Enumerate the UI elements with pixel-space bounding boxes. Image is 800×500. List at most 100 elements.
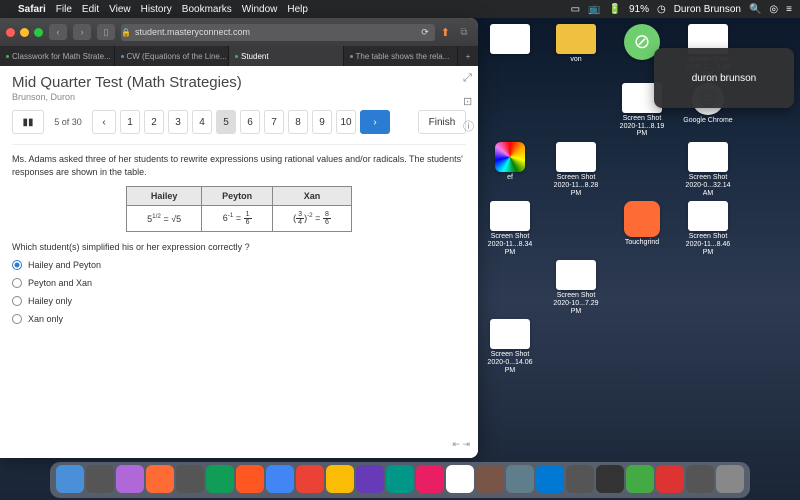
clock-icon[interactable]: ◷ <box>657 4 666 15</box>
desktop-icon[interactable] <box>614 142 670 197</box>
new-tab-button[interactable]: + <box>458 46 478 66</box>
dock-app[interactable] <box>206 465 234 493</box>
url-text: student.masteryconnect.com <box>135 27 250 37</box>
airplay-icon[interactable]: ▭ <box>571 4 580 15</box>
desktop-icon[interactable]: Touchgrind <box>614 201 670 256</box>
prev-button[interactable]: ‹ <box>92 110 116 134</box>
tab-2[interactable]: CW (Equations of the Line... <box>115 46 230 66</box>
option-2[interactable]: Peyton and Xan <box>12 278 466 288</box>
spotlight-icon[interactable]: 🔍 <box>749 4 761 15</box>
desktop-icon[interactable] <box>548 83 604 138</box>
menu-bookmarks[interactable]: Bookmarks <box>182 4 232 15</box>
option-1[interactable]: Hailey and Peyton <box>12 260 466 270</box>
dock-app[interactable] <box>56 465 84 493</box>
app-name[interactable]: Safari <box>18 4 46 15</box>
resize-handle[interactable]: ⇤ ⇥ <box>452 439 470 450</box>
dock-app[interactable] <box>476 465 504 493</box>
dock-app[interactable] <box>146 465 174 493</box>
desktop-icon[interactable]: Screen Shot 2020-11...8.28 PM <box>548 142 604 197</box>
dock-app[interactable] <box>86 465 114 493</box>
dock-app[interactable] <box>236 465 264 493</box>
desktop-icon[interactable]: Screen Shot 2020-11...8.46 PM <box>680 201 736 256</box>
dock-app[interactable] <box>386 465 414 493</box>
page-1[interactable]: 1 <box>120 110 140 134</box>
share-button[interactable]: ⬆ <box>441 26 450 39</box>
icon-thumb <box>688 201 728 231</box>
next-button[interactable]: › <box>360 110 390 134</box>
menu-window[interactable]: Window <box>242 4 278 15</box>
desktop-icon[interactable] <box>614 260 670 315</box>
page-4[interactable]: 4 <box>192 110 212 134</box>
user-name[interactable]: Duron Brunson <box>674 4 741 15</box>
tab-1[interactable]: Classwork for Math Strate... <box>0 46 115 66</box>
minimize-button[interactable] <box>20 28 29 37</box>
dock-app[interactable] <box>266 465 294 493</box>
icon-label: Screen Shot 2020-0...14.06 PM <box>482 351 538 374</box>
icon-label: Google Chrome <box>683 117 732 125</box>
dock-app[interactable] <box>446 465 474 493</box>
info-icon[interactable]: ⓘ <box>463 118 474 134</box>
desktop-icon[interactable] <box>482 260 538 315</box>
dock-app[interactable] <box>566 465 594 493</box>
page-3[interactable]: 3 <box>168 110 188 134</box>
tab-3[interactable]: Student <box>229 46 344 66</box>
desktop-icon[interactable]: ef <box>482 142 538 197</box>
icon-label: Screen Shot 2020-11...8.19 PM <box>614 115 670 138</box>
menu-edit[interactable]: Edit <box>82 4 99 15</box>
tab-4[interactable]: The table shows the rela... <box>344 46 459 66</box>
dock-app[interactable] <box>326 465 354 493</box>
menu-help[interactable]: Help <box>287 4 308 15</box>
forward-button[interactable]: › <box>73 24 91 40</box>
notification[interactable]: duron brunson <box>654 48 794 108</box>
page-2[interactable]: 2 <box>144 110 164 134</box>
dock-app[interactable] <box>176 465 204 493</box>
battery-pct: 91% <box>629 4 649 15</box>
desktop-icon[interactable]: Screen Shot 2020-0...32.14 AM <box>680 142 736 197</box>
desktop-icon[interactable]: von <box>548 24 604 79</box>
page-9[interactable]: 9 <box>312 110 332 134</box>
dock-app[interactable] <box>596 465 624 493</box>
dock-app[interactable] <box>626 465 654 493</box>
close-button[interactable] <box>6 28 15 37</box>
reload-icon[interactable]: ⟳ <box>421 27 435 38</box>
desktop-icon[interactable]: Screen Shot 2020-10...7.29 PM <box>548 260 604 315</box>
battery-icon[interactable]: 🔋 <box>609 4 621 15</box>
sidebar-button[interactable]: ▯ <box>97 24 115 40</box>
finish-button[interactable]: Finish <box>418 110 466 134</box>
dock-app[interactable] <box>536 465 564 493</box>
desktop-icon[interactable]: Screen Shot 2020-0...14.06 PM <box>482 319 538 374</box>
back-button[interactable]: ‹ <box>49 24 67 40</box>
desktop-icon[interactable] <box>482 83 538 138</box>
page-7[interactable]: 7 <box>264 110 284 134</box>
dock-app[interactable] <box>656 465 684 493</box>
desktop-icon[interactable] <box>680 260 736 315</box>
menu-history[interactable]: History <box>141 4 172 15</box>
page-6[interactable]: 6 <box>240 110 260 134</box>
option-3[interactable]: Hailey only <box>12 296 466 306</box>
desktop-icon[interactable] <box>548 201 604 256</box>
dock-app[interactable] <box>116 465 144 493</box>
dock-app[interactable] <box>356 465 384 493</box>
menu-view[interactable]: View <box>109 4 131 15</box>
expand-icon[interactable]: ⤢ <box>463 72 474 85</box>
page-8[interactable]: 8 <box>288 110 308 134</box>
dock-app[interactable] <box>686 465 714 493</box>
search-icon[interactable]: ⊡ <box>463 95 474 108</box>
menu-file[interactable]: File <box>56 4 72 15</box>
dock-app[interactable] <box>416 465 444 493</box>
dock-app[interactable] <box>716 465 744 493</box>
siri-icon[interactable]: ◎ <box>769 4 778 15</box>
url-bar[interactable]: 🔒 student.masteryconnect.com ⟳ <box>121 24 435 41</box>
page-5[interactable]: 5 <box>216 110 236 134</box>
dock-app[interactable] <box>506 465 534 493</box>
notifications-icon[interactable]: ≡ <box>786 4 792 15</box>
desktop-icon[interactable] <box>482 24 538 79</box>
dock-app[interactable] <box>296 465 324 493</box>
pause-button[interactable]: ▮▮ <box>12 110 44 134</box>
tv-icon[interactable]: 📺 <box>588 4 600 15</box>
page-10[interactable]: 10 <box>336 110 356 134</box>
maximize-button[interactable] <box>34 28 43 37</box>
desktop-icon[interactable]: Screen Shot 2020-11...8.34 PM <box>482 201 538 256</box>
option-4[interactable]: Xan only <box>12 314 466 324</box>
tabs-button[interactable]: ⧉ <box>456 24 472 40</box>
